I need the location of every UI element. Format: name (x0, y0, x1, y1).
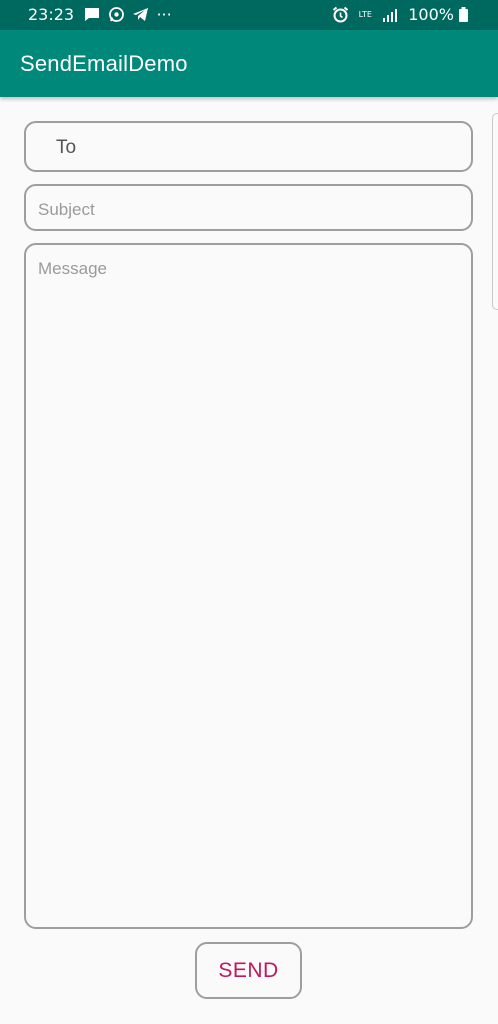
subject-placeholder: Subject (38, 200, 95, 219)
to-field[interactable]: To (24, 121, 473, 172)
whatsapp-icon (106, 6, 126, 24)
volte-label: LTE (358, 9, 372, 19)
app-title: SendEmailDemo (20, 51, 188, 76)
message-icon (82, 6, 102, 24)
send-button[interactable]: SEND (195, 942, 302, 999)
status-time: 23:23 (28, 5, 75, 24)
more-notifications-icon: ··· (156, 5, 172, 24)
subject-field[interactable]: Subject (24, 184, 473, 231)
battery-percent: 100% (408, 5, 454, 24)
volte-icon: LTE (354, 6, 376, 24)
telegram-icon (130, 6, 150, 24)
status-right: LTE 100% (330, 5, 472, 24)
alarm-icon (330, 6, 350, 24)
status-bar: 23:23 ··· LTE 100% (0, 0, 498, 30)
signal-icon (380, 6, 400, 24)
message-placeholder: Message (38, 259, 107, 278)
side-panel-edge (492, 113, 498, 310)
to-label: To (56, 137, 77, 158)
battery-icon (458, 6, 468, 24)
send-button-label: SEND (218, 958, 279, 982)
status-left: 23:23 ··· (28, 5, 178, 24)
app-bar: SendEmailDemo (0, 30, 498, 97)
message-field[interactable]: Message (24, 243, 473, 929)
